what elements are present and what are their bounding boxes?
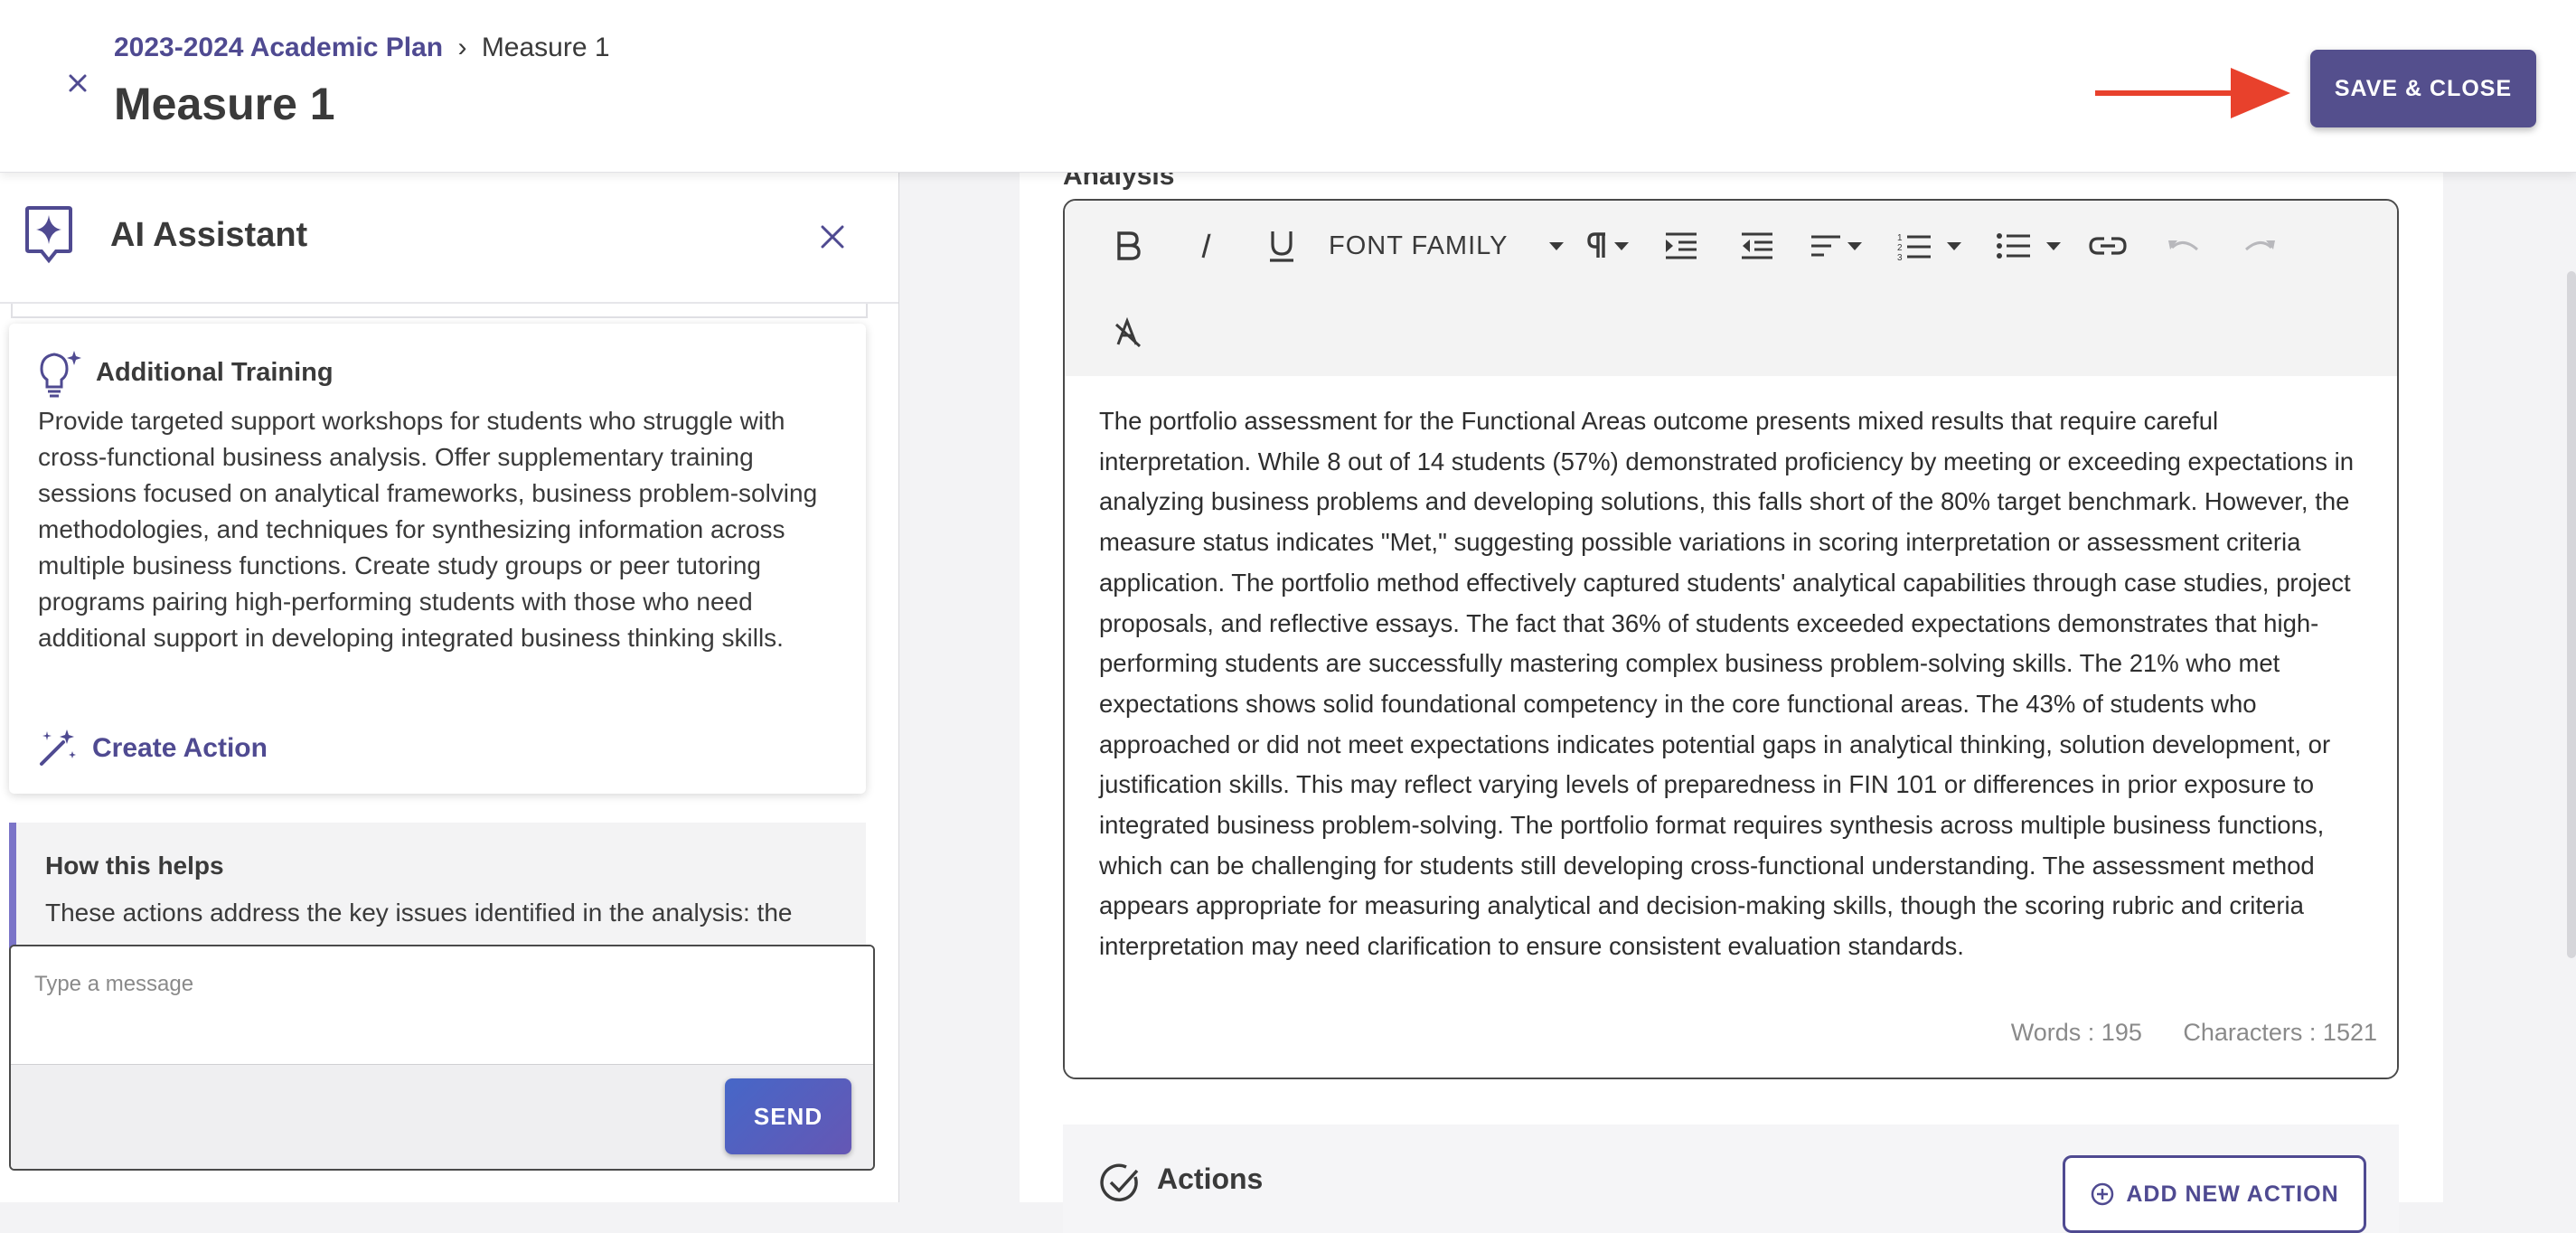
- chevron-down-icon: [1549, 241, 1564, 250]
- bold-icon: [1117, 231, 1141, 260]
- indent-button[interactable]: [1656, 221, 1706, 271]
- ai-assistant-header: AI Assistant: [0, 173, 898, 304]
- close-icon[interactable]: [58, 63, 98, 103]
- svg-text:3: 3: [1897, 253, 1903, 261]
- magic-wand-icon: [40, 729, 76, 766]
- italic-icon: [1201, 233, 1211, 259]
- word-character-count: Words : 195 Characters : 1521: [1977, 1019, 2377, 1047]
- create-action-button[interactable]: Create Action: [36, 726, 268, 771]
- send-button[interactable]: SEND: [725, 1078, 851, 1154]
- redo-icon: [2245, 240, 2275, 251]
- svg-text:2: 2: [1897, 243, 1903, 253]
- insert-link-button[interactable]: [2082, 221, 2133, 271]
- outdent-button[interactable]: [1732, 221, 1782, 271]
- plus-circle-icon: [2092, 1182, 2114, 1206]
- check-circle-icon: [1100, 1163, 1139, 1202]
- font-family-dropdown[interactable]: FONT FAMILY: [1329, 221, 1564, 271]
- underline-button[interactable]: [1256, 221, 1307, 271]
- chevron-down-icon: [1614, 241, 1629, 250]
- bold-button[interactable]: [1103, 221, 1153, 271]
- message-composer: SEND: [9, 945, 875, 1171]
- numbered-list-icon: 1 2 3: [1897, 233, 1931, 261]
- font-family-label: FONT FAMILY: [1329, 231, 1509, 260]
- suggestion-title: Additional Training: [96, 358, 334, 387]
- ai-assistant-panel: AI Assistant Additional Training Provide…: [0, 173, 899, 1202]
- breadcrumb-separator: ›: [457, 33, 467, 62]
- clear-formatting-button[interactable]: [1103, 307, 1153, 358]
- svg-text:1: 1: [1897, 233, 1903, 243]
- breadcrumb: 2023-2024 Academic Plan › Measure 1: [114, 33, 610, 63]
- word-count: Words : 195: [2010, 1019, 2142, 1046]
- paragraph-format-button[interactable]: [1578, 221, 1636, 271]
- add-new-action-button[interactable]: ADD NEW ACTION: [2063, 1155, 2366, 1233]
- undo-button[interactable]: [2158, 221, 2209, 271]
- suggestion-card: Additional Training Provide targeted sup…: [9, 324, 866, 794]
- numbered-list-button[interactable]: 1 2 3: [1885, 221, 1972, 271]
- analysis-editor: FONT FAMILY 1 2 3 The portfolio assessme…: [1063, 199, 2399, 1079]
- actions-section: Actions ADD NEW ACTION: [1063, 1125, 2399, 1233]
- bullet-list-icon: [1997, 233, 2030, 259]
- analysis-text[interactable]: The portfolio assessment for the Functio…: [1099, 401, 2364, 967]
- lightbulb-icon: [40, 351, 81, 398]
- page-title: Measure 1: [114, 79, 335, 129]
- character-count: Characters : 1521: [2183, 1019, 2377, 1046]
- clear-format-icon: [1114, 317, 1142, 348]
- save-close-button[interactable]: SAVE & CLOSE: [2310, 50, 2536, 127]
- align-button[interactable]: [1804, 221, 1867, 271]
- ai-assistant-title: AI Assistant: [110, 216, 308, 254]
- paragraph-icon: [1587, 232, 1605, 258]
- sparkle-chat-icon: [25, 206, 72, 264]
- outdent-icon: [1742, 232, 1772, 259]
- undo-icon: [2168, 240, 2198, 251]
- previous-card: [11, 304, 868, 318]
- page-scrollbar[interactable]: [2567, 271, 2576, 958]
- message-input[interactable]: [11, 946, 873, 1064]
- chevron-down-icon: [1947, 241, 1961, 250]
- link-icon: [2089, 237, 2127, 255]
- how-this-helps-text: These actions address the key issues ide…: [45, 899, 793, 927]
- breadcrumb-current: Measure 1: [481, 33, 610, 62]
- redo-button[interactable]: [2234, 221, 2285, 271]
- close-icon[interactable]: [813, 218, 851, 256]
- how-this-helps-title: How this helps: [45, 852, 224, 880]
- main-content: Analysis FONT FAMILY 1 2 3 The portfolio…: [1020, 161, 2443, 1233]
- top-bar: 2023-2024 Academic Plan › Measure 1 Meas…: [0, 0, 2576, 173]
- chevron-down-icon: [2046, 241, 2061, 250]
- bullet-list-button[interactable]: [1985, 221, 2072, 271]
- arrow-right-icon: [2095, 68, 2290, 118]
- add-new-action-label: ADD NEW ACTION: [2126, 1181, 2339, 1207]
- message-footer: SEND: [11, 1064, 873, 1169]
- align-icon: [1811, 235, 1840, 257]
- italic-button[interactable]: [1180, 221, 1231, 271]
- indent-icon: [1666, 232, 1697, 259]
- chevron-down-icon: [1847, 241, 1862, 250]
- suggestion-text: Provide targeted support workshops for s…: [38, 407, 818, 652]
- breadcrumb-link-academic-plan[interactable]: 2023-2024 Academic Plan: [114, 33, 443, 62]
- create-action-label: Create Action: [92, 733, 268, 763]
- actions-title: Actions: [1157, 1162, 1264, 1195]
- underline-icon: [1270, 231, 1293, 262]
